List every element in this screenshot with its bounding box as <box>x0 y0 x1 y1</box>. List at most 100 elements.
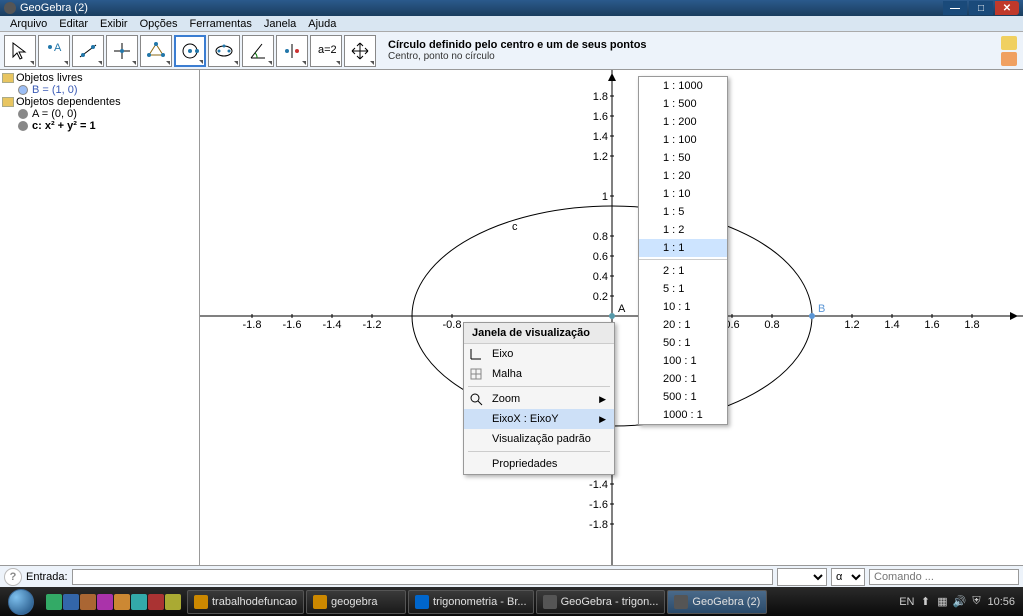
tool-line[interactable] <box>72 35 104 67</box>
ctx-zoom[interactable]: Zoom▶ <box>464 389 614 409</box>
help-button[interactable]: ? <box>4 568 22 586</box>
tool-move[interactable] <box>4 35 36 67</box>
ratio-5-1[interactable]: 5 : 1 <box>639 280 727 298</box>
task-geogebra-2[interactable]: GeoGebra (2) <box>667 590 767 614</box>
svg-text:-0.8: -0.8 <box>443 319 462 331</box>
folder-icon <box>2 73 14 83</box>
ratio-20-1[interactable]: 20 : 1 <box>639 316 727 334</box>
ql-icon[interactable] <box>46 594 62 610</box>
menu-exibir[interactable]: Exibir <box>94 18 134 30</box>
ql-icon[interactable] <box>165 594 181 610</box>
tool-reflect[interactable] <box>276 35 308 67</box>
task-trabalhodefuncao[interactable]: trabalhodefuncao <box>187 590 304 614</box>
ratio-100-1[interactable]: 100 : 1 <box>639 352 727 370</box>
svg-text:1.6: 1.6 <box>924 319 939 331</box>
ratio-10-1[interactable]: 10 : 1 <box>639 298 727 316</box>
plot-canvas[interactable]: -1.8 -1.6 -1.4 -1.2 -0.8 0.6 0.8 1.2 1.4… <box>200 70 1023 565</box>
menu-arquivo[interactable]: Arquivo <box>4 18 53 30</box>
undo-icon[interactable] <box>1001 36 1017 50</box>
ctx-padrao[interactable]: Visualização padrão <box>464 429 614 449</box>
ql-icon[interactable] <box>80 594 96 610</box>
ctx-ratio[interactable]: EixoX : EixoY▶ <box>464 409 614 429</box>
grid-icon <box>468 366 484 382</box>
ratio-500-1[interactable]: 500 : 1 <box>639 388 727 406</box>
ratio-1-1[interactable]: 1 : 1 <box>639 239 727 257</box>
svg-text:0.2: 0.2 <box>593 291 608 303</box>
tool-conic[interactable] <box>208 35 240 67</box>
close-button[interactable]: ✕ <box>995 1 1019 15</box>
tray-icon[interactable]: ⬆ <box>918 595 932 609</box>
tool-polygon[interactable] <box>140 35 172 67</box>
context-menu[interactable]: Janela de visualização Eixo Malha Zoom▶ … <box>463 322 615 475</box>
context-menu-title: Janela de visualização <box>464 323 614 344</box>
ratio-1-1000[interactable]: 1 : 1000 <box>639 77 727 95</box>
svg-text:1.8: 1.8 <box>964 319 979 331</box>
svg-text:1.4: 1.4 <box>884 319 899 331</box>
tool-hint: Centro, ponto no círculo <box>388 51 999 62</box>
ratio-50-1[interactable]: 50 : 1 <box>639 334 727 352</box>
tree-free-objects[interactable]: Objetos livres <box>2 72 197 84</box>
visibility-dot-icon[interactable] <box>18 121 28 131</box>
ratio-1-20[interactable]: 1 : 20 <box>639 167 727 185</box>
submenu-arrow-icon: ▶ <box>599 394 606 405</box>
tray-language[interactable]: EN <box>899 596 914 608</box>
alpha-select[interactable]: α <box>831 568 865 586</box>
ratio-1-100[interactable]: 1 : 100 <box>639 131 727 149</box>
task-geogebra-trigon[interactable]: GeoGebra - trigon... <box>536 590 666 614</box>
tree-item-A[interactable]: A = (0, 0) <box>2 108 197 120</box>
redo-icon[interactable] <box>1001 52 1017 66</box>
app-icon <box>415 595 429 609</box>
menu-editar[interactable]: Editar <box>53 18 94 30</box>
tool-slider[interactable]: a=2 <box>310 35 342 67</box>
tool-point[interactable]: A <box>38 35 70 67</box>
ql-icon[interactable] <box>97 594 113 610</box>
toolbar: A a=2 Círculo definido pelo centro e um … <box>0 32 1023 70</box>
symbol-select[interactable] <box>777 568 827 586</box>
maximize-button[interactable]: □ <box>969 1 993 15</box>
ratio-1-2[interactable]: 1 : 2 <box>639 221 727 239</box>
command-field[interactable] <box>869 569 1019 585</box>
tool-move-view[interactable] <box>344 35 376 67</box>
ratio-1-200[interactable]: 1 : 200 <box>639 113 727 131</box>
tool-perpendicular[interactable] <box>106 35 138 67</box>
ql-icon[interactable] <box>131 594 147 610</box>
graphics-view[interactable]: -1.8 -1.6 -1.4 -1.2 -0.8 0.6 0.8 1.2 1.4… <box>200 70 1023 565</box>
visibility-dot-icon[interactable] <box>18 109 28 119</box>
tool-circle[interactable] <box>174 35 206 67</box>
tray-network-icon[interactable]: ▦ <box>935 595 949 609</box>
menu-ajuda[interactable]: Ajuda <box>302 18 342 30</box>
visibility-dot-icon[interactable] <box>18 85 28 95</box>
tree-dependent-objects[interactable]: Objetos dependentes <box>2 96 197 108</box>
tray-volume-icon[interactable]: 🔊 <box>952 595 966 609</box>
ratio-1000-1[interactable]: 1000 : 1 <box>639 406 727 424</box>
ratio-1-50[interactable]: 1 : 50 <box>639 149 727 167</box>
menu-ferramentas[interactable]: Ferramentas <box>183 18 257 30</box>
geogebra-icon <box>674 595 688 609</box>
ratio-2-1[interactable]: 2 : 1 <box>639 262 727 280</box>
tray-clock[interactable]: 10:56 <box>987 596 1015 608</box>
ctx-malha[interactable]: Malha <box>464 364 614 384</box>
ratio-1-500[interactable]: 1 : 500 <box>639 95 727 113</box>
svg-text:c: c <box>512 221 518 233</box>
ctx-propriedades[interactable]: Propriedades <box>464 454 614 474</box>
start-button[interactable] <box>2 588 40 615</box>
tree-item-c[interactable]: c: x² + y² = 1 <box>2 120 197 132</box>
tree-item-B[interactable]: B = (1, 0) <box>2 84 197 96</box>
minimize-button[interactable]: — <box>943 1 967 15</box>
ratio-submenu[interactable]: 1 : 1000 1 : 500 1 : 200 1 : 100 1 : 50 … <box>638 76 728 425</box>
ratio-1-10[interactable]: 1 : 10 <box>639 185 727 203</box>
folder-icon <box>194 595 208 609</box>
ctx-eixo[interactable]: Eixo <box>464 344 614 364</box>
input-field[interactable] <box>72 569 773 585</box>
menu-janela[interactable]: Janela <box>258 18 302 30</box>
task-trigonometria[interactable]: trigonometria - Br... <box>408 590 534 614</box>
tool-angle[interactable] <box>242 35 274 67</box>
ratio-1-5[interactable]: 1 : 5 <box>639 203 727 221</box>
ql-icon[interactable] <box>148 594 164 610</box>
tray-shield-icon[interactable]: ⛨ <box>969 595 983 609</box>
menu-opcoes[interactable]: Opções <box>134 18 184 30</box>
task-geogebra-folder[interactable]: geogebra <box>306 590 406 614</box>
ratio-200-1[interactable]: 200 : 1 <box>639 370 727 388</box>
ql-icon[interactable] <box>63 594 79 610</box>
ql-icon[interactable] <box>114 594 130 610</box>
